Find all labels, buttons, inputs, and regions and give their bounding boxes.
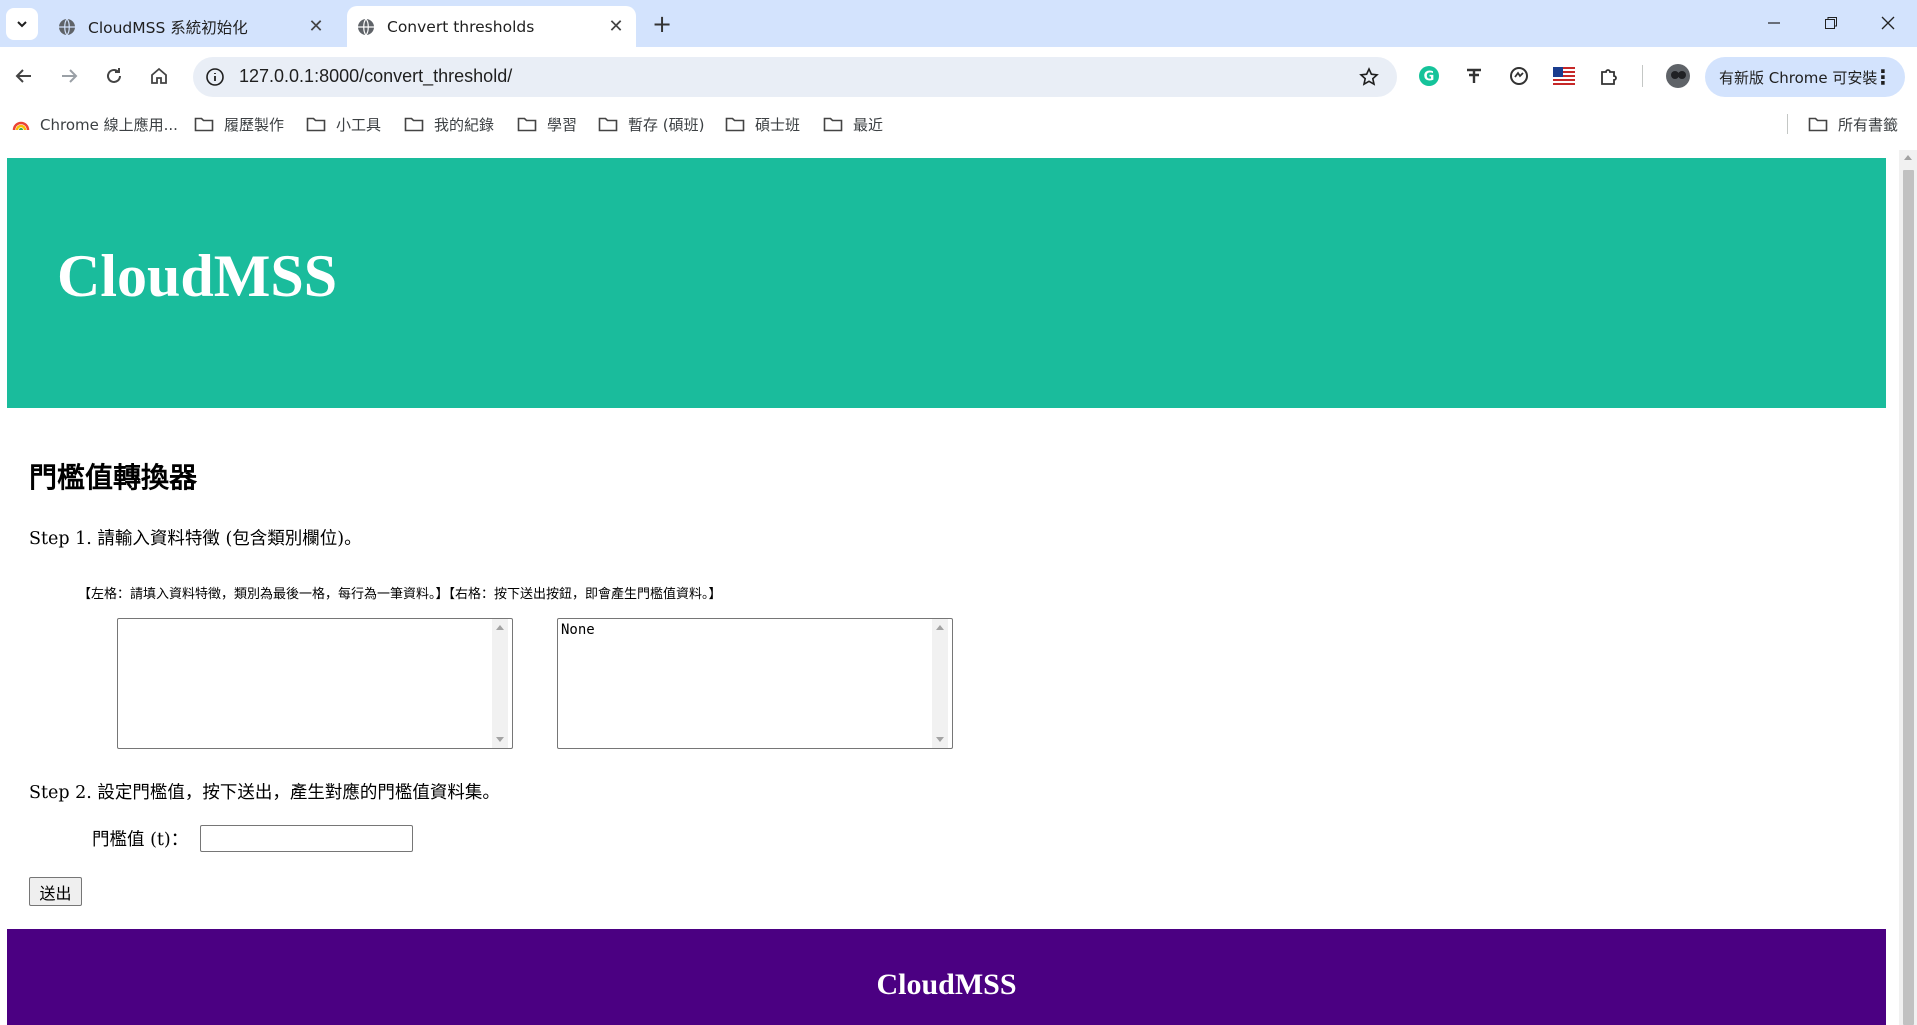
bookmark-folder[interactable]: 最近 xyxy=(823,112,883,136)
bookmark-label: 最近 xyxy=(853,115,884,134)
site-title: CloudMSS xyxy=(57,243,338,309)
bookmark-label: 碩士班 xyxy=(755,115,801,134)
textarea-scrollbar[interactable] xyxy=(932,619,948,748)
bookmark-star-icon[interactable] xyxy=(1357,65,1381,89)
bookmark-label: 履歷製作 xyxy=(224,115,285,134)
tab-cloudmss-init[interactable]: CloudMSS 系統初始化 ✕ xyxy=(48,6,336,47)
tab-title: CloudMSS 系統初始化 xyxy=(88,18,248,37)
footer-title: CloudMSS xyxy=(876,968,1017,1001)
restore-button[interactable] xyxy=(1802,0,1859,45)
folder-icon xyxy=(517,117,537,132)
scroll-up-arrow[interactable] xyxy=(1904,155,1912,160)
folder-icon xyxy=(306,117,326,132)
address-bar[interactable]: 127.0.0.1:8000/convert_threshold/ xyxy=(193,57,1397,97)
all-bookmarks-folder[interactable]: 所有書籤 xyxy=(1808,112,1898,136)
textarea-scrollbar[interactable] xyxy=(492,619,508,748)
bookmark-folder[interactable]: 學習 xyxy=(517,112,577,136)
bookmark-label: Chrome 線上應用... xyxy=(40,115,178,134)
sync-extension-icon[interactable] xyxy=(1504,61,1534,91)
svg-text:G: G xyxy=(1424,70,1435,85)
toolbar-divider xyxy=(1642,65,1643,87)
bookmarks-bar: Chrome 線上應用... 履歷製作 小工具 我的紀錄 學習 暫存 (碩班) … xyxy=(0,106,1917,142)
bookmark-label: 學習 xyxy=(547,115,578,134)
page-scrollbar[interactable] xyxy=(1899,150,1917,1025)
site-header: CloudMSS xyxy=(7,158,1886,408)
chevron-down-icon xyxy=(17,21,27,28)
site-info-icon[interactable] xyxy=(201,63,229,91)
folder-icon xyxy=(1808,117,1828,132)
minimize-icon xyxy=(1767,21,1780,24)
bookmark-label: 我的紀錄 xyxy=(434,115,495,134)
bookmark-folder[interactable]: 碩士班 xyxy=(725,112,800,136)
minimize-button[interactable] xyxy=(1745,0,1802,45)
features-input-textarea[interactable] xyxy=(117,618,513,749)
grammarly-icon[interactable]: G xyxy=(1414,61,1444,91)
textarea-hint: 【左格：請填入資料特徵，類別為最後一格，每行為一筆資料。】【右格：按下送出按鈕，… xyxy=(78,587,722,602)
chrome-update-button[interactable]: 有新版 Chrome 可安裝 ⋮ xyxy=(1705,57,1905,97)
bookmark-label: 所有書籤 xyxy=(1838,115,1899,134)
step1-instruction: Step 1. 請輸入資料特徵 (包含類別欄位)。 xyxy=(29,529,362,549)
threshold-input[interactable] xyxy=(200,825,413,852)
folder-icon xyxy=(194,117,214,132)
bookmark-chrome-web-store[interactable]: Chrome 線上應用... xyxy=(12,112,178,136)
bookmark-label: 小工具 xyxy=(336,115,382,134)
close-tab-icon[interactable]: ✕ xyxy=(302,13,330,41)
bookmark-folder[interactable]: 履歷製作 xyxy=(194,112,284,136)
home-icon xyxy=(151,67,167,84)
folder-icon xyxy=(725,117,745,132)
bookmark-folder[interactable]: 我的紀錄 xyxy=(404,112,494,136)
close-window-button[interactable] xyxy=(1859,0,1916,45)
globe-icon xyxy=(358,18,374,35)
folder-icon xyxy=(598,117,618,132)
scrollbar-thumb[interactable] xyxy=(1903,170,1914,1025)
step2-instruction: Step 2. 設定門檻值，按下送出，產生對應的門檻值資料集。 xyxy=(29,783,500,803)
folder-icon xyxy=(823,117,843,132)
new-tab-button[interactable]: + xyxy=(648,10,676,38)
more-menu-icon[interactable]: ⋮ xyxy=(1873,65,1893,89)
bookmark-divider xyxy=(1787,114,1788,134)
restore-icon xyxy=(1824,16,1837,29)
site-footer: CloudMSS xyxy=(7,929,1886,1025)
update-label: 有新版 Chrome 可安裝 xyxy=(1719,68,1878,87)
reload-button[interactable] xyxy=(96,58,132,94)
page-viewport: CloudMSS 門檻值轉換器 Step 1. 請輸入資料特徵 (包含類別欄位)… xyxy=(0,150,1897,1025)
close-icon xyxy=(1881,16,1894,29)
threshold-label: 門檻值 (t)： xyxy=(92,830,189,850)
tab-convert-thresholds[interactable]: Convert thresholds ✕ xyxy=(347,6,636,47)
url-text[interactable]: 127.0.0.1:8000/convert_threshold/ xyxy=(239,66,512,87)
page-title: 門檻值轉換器 xyxy=(29,461,198,494)
close-tab-icon[interactable]: ✕ xyxy=(602,13,630,41)
threshold-output-textarea[interactable]: None xyxy=(557,618,953,749)
submit-button[interactable]: 送出 xyxy=(29,877,82,906)
profile-avatar-icon[interactable] xyxy=(1663,61,1693,91)
rainbow-icon xyxy=(12,121,30,131)
bookmark-folder[interactable]: 小工具 xyxy=(306,112,381,136)
browser-toolbar: 127.0.0.1:8000/convert_threshold/ G 有新版 … xyxy=(0,47,1917,106)
tab-title: Convert thresholds xyxy=(387,17,535,36)
bookmark-folder[interactable]: 暫存 (碩班) xyxy=(598,112,704,136)
reload-icon xyxy=(107,68,121,83)
extensions-puzzle-icon[interactable] xyxy=(1594,61,1624,91)
tab-strip: CloudMSS 系統初始化 ✕ Convert thresholds ✕ + xyxy=(0,0,1917,47)
tab-search-button[interactable] xyxy=(6,8,38,40)
us-flag-icon[interactable] xyxy=(1549,61,1579,91)
arrow-right-icon xyxy=(62,69,78,83)
folder-icon xyxy=(404,117,424,132)
home-button[interactable] xyxy=(141,58,177,94)
bookmark-label: 暫存 (碩班) xyxy=(628,115,705,134)
back-button[interactable] xyxy=(6,58,42,94)
arrow-left-icon xyxy=(15,69,31,83)
forward-button[interactable] xyxy=(51,58,87,94)
globe-icon xyxy=(59,18,75,35)
translate-extension-icon[interactable] xyxy=(1459,61,1489,91)
